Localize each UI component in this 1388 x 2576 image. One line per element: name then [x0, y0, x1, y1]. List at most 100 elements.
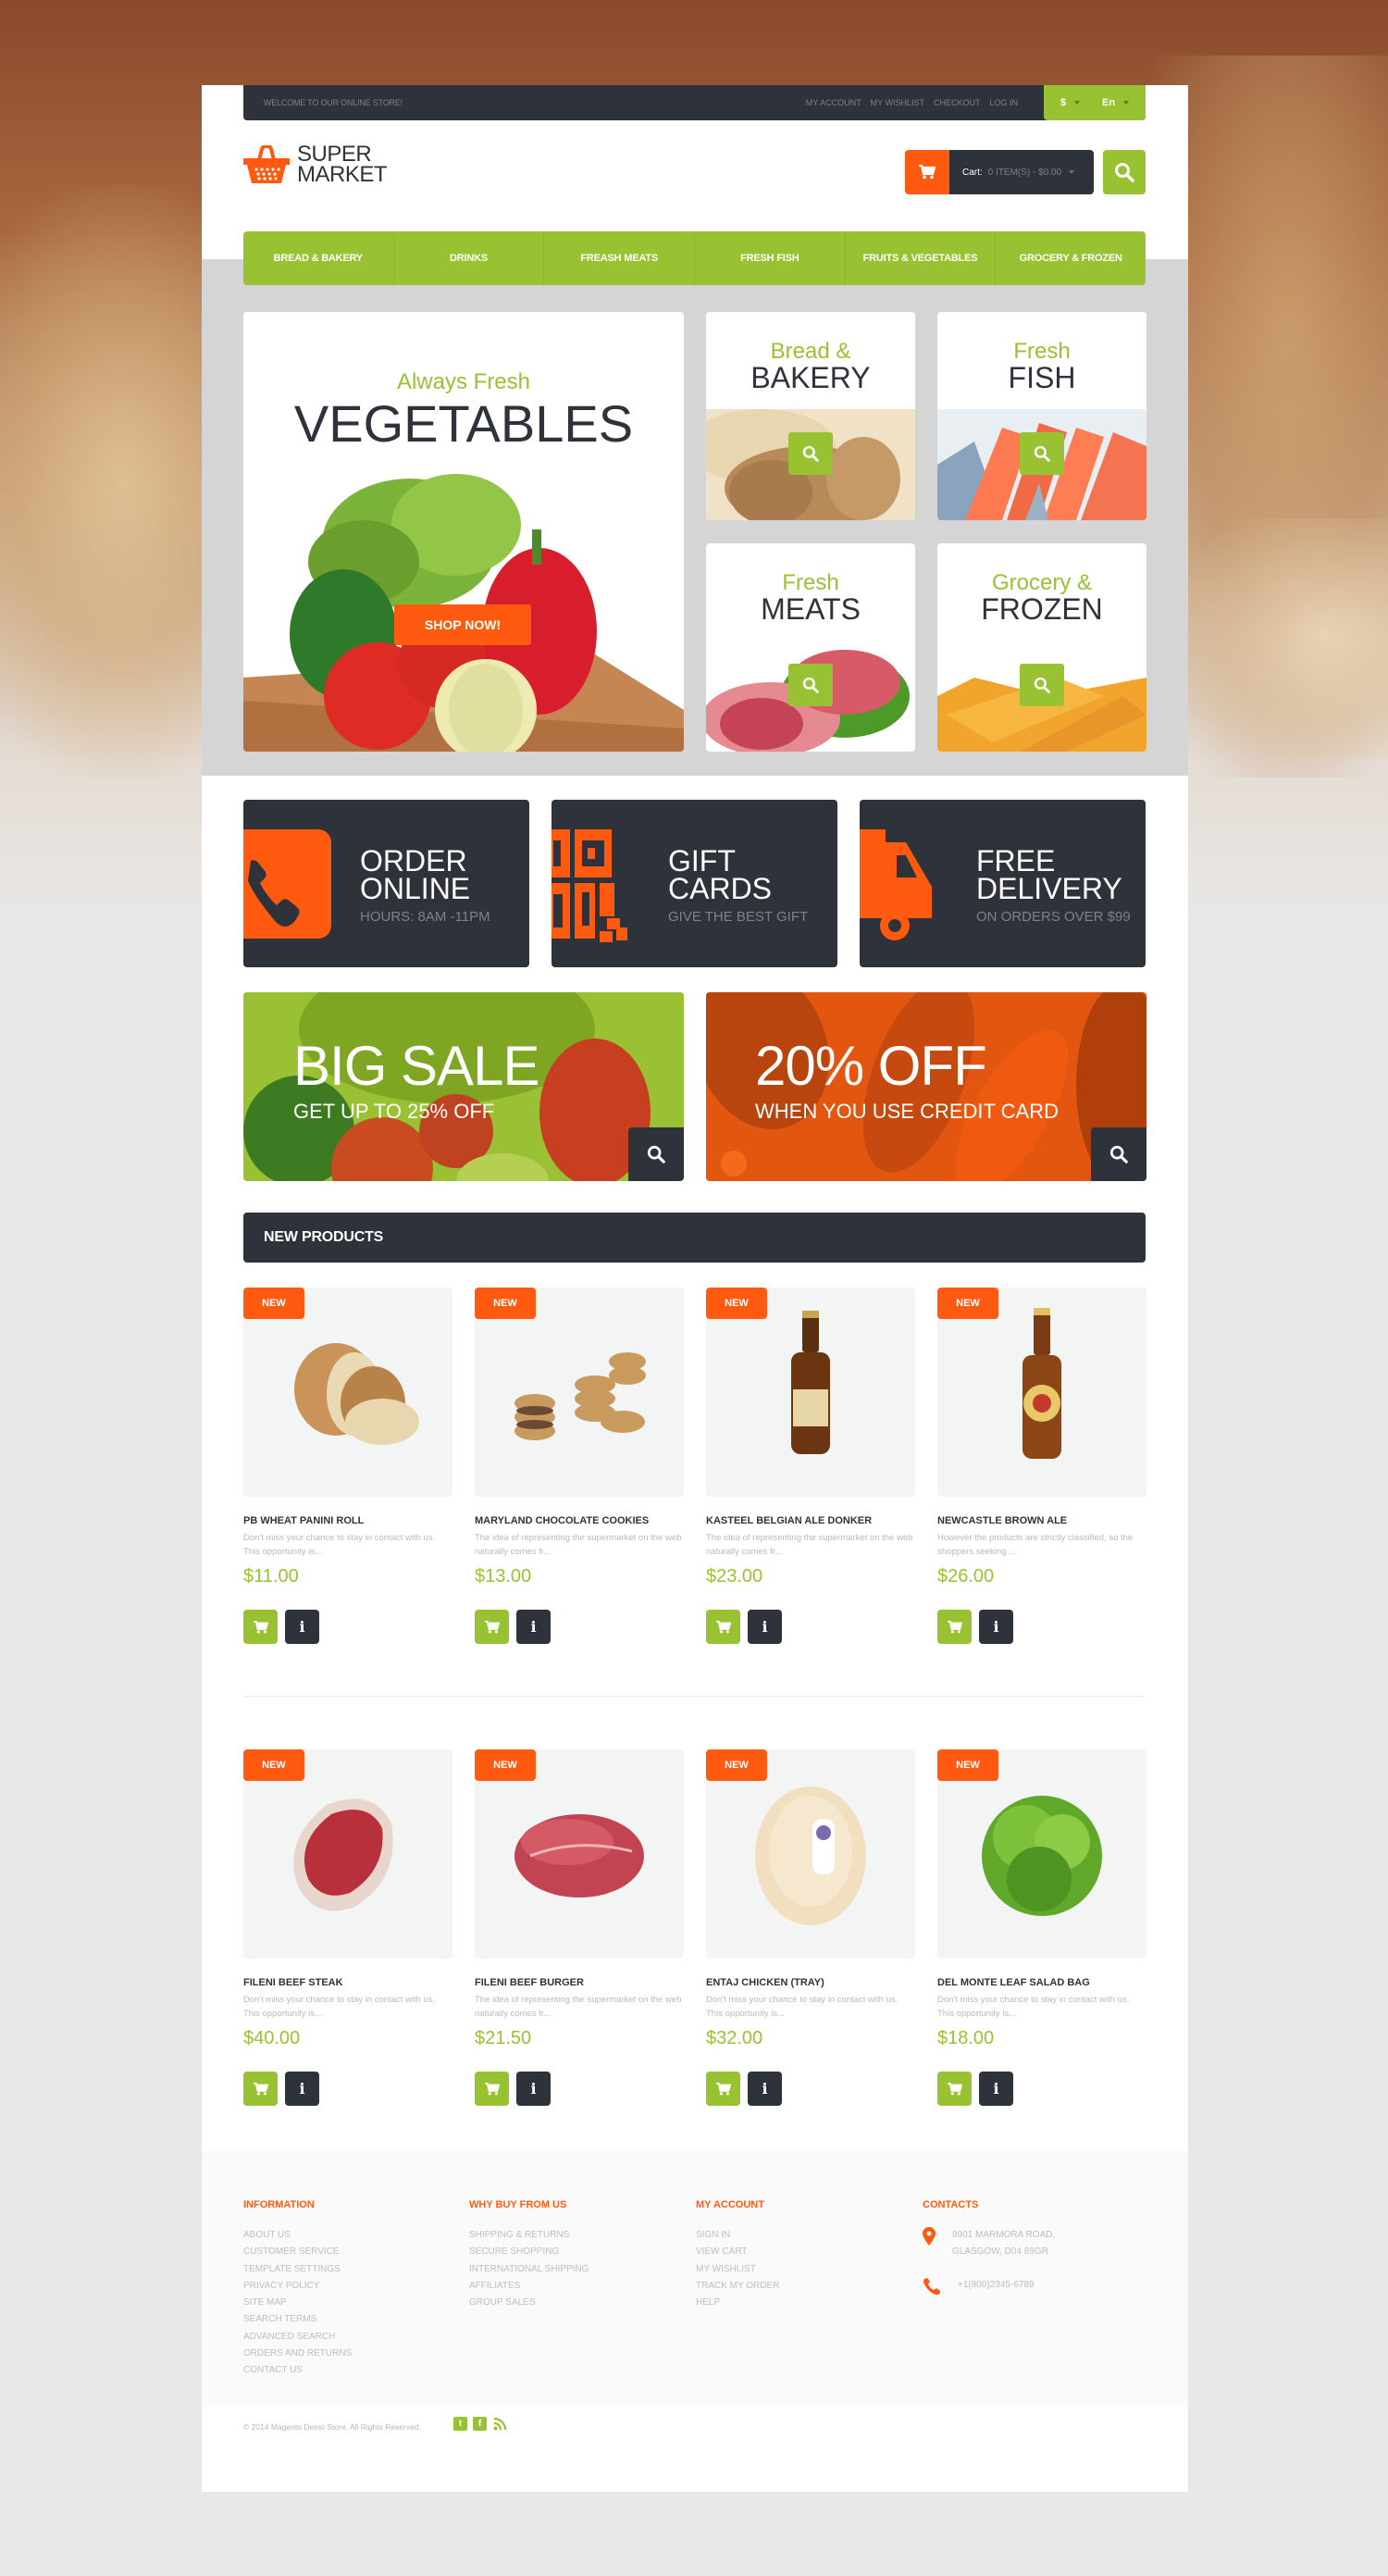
checkout-link[interactable]: CHECKOUT [934, 98, 981, 107]
product-name[interactable]: FILENI BEEF STEAK [243, 1977, 452, 1988]
product-info-button[interactable]: i [516, 1610, 551, 1644]
product-image[interactable]: NEW [243, 1749, 452, 1959]
product-actions: i [706, 1610, 915, 1644]
currency-switcher[interactable]: $ [1060, 97, 1081, 108]
footer-link[interactable]: SECURE SHOPPING [469, 2244, 589, 2260]
add-to-cart-button[interactable] [243, 2072, 278, 2106]
add-to-cart-button[interactable] [475, 2072, 509, 2106]
nav-bread-bakery[interactable]: BREAD & BAKERY [243, 231, 394, 285]
zoom-button[interactable] [788, 664, 833, 706]
my-account-link[interactable]: MY ACCOUNT [806, 98, 861, 107]
footer-link[interactable]: MY WISHLIST [696, 2261, 779, 2278]
cart-dropdown[interactable]: Cart: 0 ITEM(S) - $0.00 [905, 150, 1094, 194]
product-info-button[interactable]: i [285, 2072, 319, 2106]
product-info-button[interactable]: i [748, 2072, 782, 2106]
nav-fresh-fish[interactable]: FRESH FISH [695, 231, 846, 285]
add-to-cart-button[interactable] [475, 1610, 509, 1644]
product-info-button[interactable]: i [979, 1610, 1013, 1644]
add-to-cart-button[interactable] [706, 2072, 740, 2106]
nav-fresh-meats[interactable]: FREASH MEATS [544, 231, 696, 285]
promo-zoom-button[interactable] [628, 1127, 684, 1181]
hero-banner-vegetables[interactable]: Always Fresh VEGETABLES SHOP NOW! [243, 312, 684, 752]
product-image[interactable]: NEW [243, 1288, 452, 1497]
category-tile-meats[interactable]: Fresh MEATS [706, 543, 915, 752]
footer-link[interactable]: SITE MAP [243, 2295, 352, 2311]
category-tile-bakery[interactable]: Bread & BAKERY [706, 312, 915, 520]
feature-subtitle: ON ORDERS OVER $99 [976, 909, 1131, 925]
product-image[interactable]: NEW [475, 1749, 684, 1959]
footer-column-contacts: CONTACTS 8901 MARMORA ROAD, GLASGOW, D04… [923, 2199, 1055, 2296]
product-name[interactable]: PB WHEAT PANINI ROLL [243, 1515, 452, 1526]
contact-address: 8901 MARMORA ROAD, GLASGOW, D04 89GR [923, 2227, 1055, 2260]
zoom-button[interactable] [788, 432, 833, 475]
footer-link[interactable]: TRACK MY ORDER [696, 2278, 779, 2295]
footer-link[interactable]: TEMPLATE SETTINGS [243, 2261, 352, 2278]
product-image[interactable]: NEW [706, 1749, 915, 1959]
footer-link[interactable]: AFFILIATES [469, 2278, 589, 2295]
zoom-button[interactable] [1020, 664, 1064, 706]
footer-link[interactable]: INTERNATIONAL SHIPPING [469, 2261, 589, 2278]
search-icon [802, 677, 819, 693]
product-description: However the products are strictly classi… [937, 1533, 1134, 1557]
product-image[interactable]: NEW [937, 1288, 1146, 1497]
add-to-cart-button[interactable] [243, 1610, 278, 1644]
product-name[interactable]: FILENI BEEF BURGER [475, 1977, 684, 1988]
facebook-icon[interactable]: f [473, 2417, 487, 2431]
product-name[interactable]: NEWCASTLE BROWN ALE [937, 1515, 1146, 1526]
feature-order-online[interactable]: ORDER ONLINE HOURS: 8AM -11PM [243, 800, 529, 967]
search-button[interactable] [1103, 150, 1146, 194]
product-card: NEW PB WHEAT PANINI ROLL Don't miss your c… [243, 1288, 452, 1644]
footer-link[interactable]: ORDERS AND RETURNS [243, 2346, 352, 2362]
footer-link[interactable]: PRIVACY POLICY [243, 2278, 352, 2295]
footer-link[interactable]: CUSTOMER SERVICE [243, 2244, 352, 2260]
rss-icon[interactable] [492, 2417, 506, 2431]
product-image[interactable]: NEW [937, 1749, 1146, 1959]
footer-link[interactable]: ADVANCED SEARCH [243, 2329, 352, 2346]
footer-link[interactable]: CONTACT US [243, 2362, 352, 2379]
footer-link[interactable]: HELP [696, 2295, 779, 2311]
feature-gift-cards[interactable]: GIFT CARDS GIVE THE BEST GIFT [551, 800, 837, 967]
promo-20-off[interactable]: 20% OFF WHEN YOU USE CREDIT CARD [706, 992, 1146, 1181]
product-name[interactable]: KASTEEL BELGIAN ALE DONKER [706, 1515, 915, 1526]
product-info-button[interactable]: i [285, 1610, 319, 1644]
footer-link[interactable]: SHIPPING & RETURNS [469, 2227, 589, 2244]
login-link[interactable]: LOG IN [989, 98, 1018, 107]
logo[interactable]: SUPER MARKET [243, 143, 388, 186]
footer-link[interactable]: SIGN IN [696, 2227, 779, 2244]
footer-link[interactable]: ABOUT US [243, 2227, 352, 2244]
twitter-icon[interactable]: t [453, 2417, 467, 2431]
nav-grocery-frozen[interactable]: GROCERY & FROZEN [996, 231, 1146, 285]
nav-fruits-vegetables[interactable]: FRUITS & VEGETABLES [846, 231, 997, 285]
feature-free-delivery[interactable]: FREE DELIVERY ON ORDERS OVER $99 [860, 800, 1146, 967]
cart-icon [947, 1620, 962, 1633]
category-tile-fish[interactable]: Fresh FISH [937, 312, 1146, 520]
my-wishlist-link[interactable]: MY WISHLIST [871, 98, 924, 107]
product-info-button[interactable]: i [516, 2072, 551, 2106]
product-name[interactable]: ENTAJ CHICKEN (TRAY) [706, 1977, 915, 1988]
product-name[interactable]: MARYLAND CHOCOLATE COOKIES [475, 1515, 684, 1526]
phone-icon [923, 2278, 940, 2296]
footer-link[interactable]: SEARCH TERMS [243, 2311, 352, 2328]
product-name[interactable]: DEL MONTE LEAF SALAD BAG [937, 1977, 1146, 1988]
search-icon [1109, 1145, 1128, 1164]
promo-zoom-button[interactable] [1091, 1127, 1146, 1181]
footer-link[interactable]: VIEW CART [696, 2244, 779, 2260]
product-image[interactable]: NEW [475, 1288, 684, 1497]
shop-now-button[interactable]: SHOP NOW! [394, 604, 531, 645]
nav-drinks[interactable]: DRINKS [394, 231, 545, 285]
truck-icon [860, 829, 932, 940]
new-badge: NEW [937, 1288, 998, 1319]
language-switcher[interactable]: En [1102, 97, 1130, 108]
add-to-cart-button[interactable] [937, 1610, 972, 1644]
footer-link[interactable]: GROUP SALES [469, 2295, 589, 2311]
promo-big-sale[interactable]: BIG SALE GET UP TO 25% OFF [243, 992, 684, 1181]
product-info-button[interactable]: i [748, 1610, 782, 1644]
zoom-button[interactable] [1020, 432, 1064, 475]
product-image[interactable]: NEW [706, 1288, 915, 1497]
category-tile-frozen[interactable]: Grocery & FROZEN [937, 543, 1146, 752]
phone-number[interactable]: +1(800)2345-6789 [958, 2277, 1035, 2296]
add-to-cart-button[interactable] [937, 2072, 972, 2106]
add-to-cart-button[interactable] [706, 1610, 740, 1644]
product-info-button[interactable]: i [979, 2072, 1013, 2106]
promo-title: BIG SALE [293, 1035, 539, 1097]
